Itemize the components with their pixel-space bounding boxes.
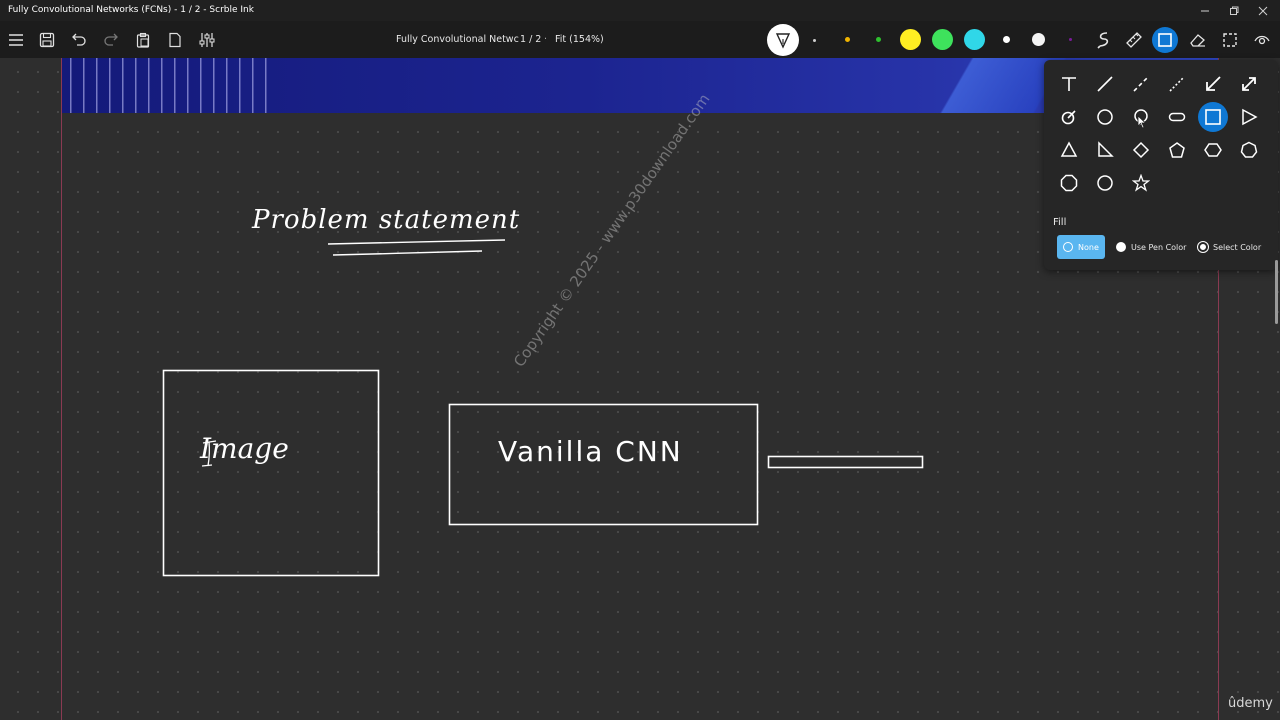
fill-select-color-option[interactable]: Select Color: [1192, 235, 1267, 259]
star-icon: [1132, 174, 1150, 192]
rectangle-shape-option[interactable]: [1198, 102, 1228, 132]
arrow-down-left-icon: [1206, 76, 1221, 91]
cnn-label-handwriting: Vanilla CNN: [498, 435, 683, 468]
fill-option-label: Use Pen Color: [1131, 242, 1187, 252]
hexagon-shape-option[interactable]: [1198, 135, 1228, 165]
fill-pen-color-option[interactable]: Use Pen Color: [1110, 235, 1192, 259]
radio-icon: [1116, 242, 1126, 252]
ellipse-shape-option[interactable]: [1162, 102, 1192, 132]
decagon-icon: [1097, 175, 1113, 191]
double-arrow-icon: [1242, 77, 1256, 91]
circle-icon: [1097, 109, 1113, 125]
diamond-shape-option[interactable]: [1126, 135, 1156, 165]
right-triangle-option[interactable]: [1090, 135, 1120, 165]
arrow-shape-option[interactable]: [1198, 69, 1228, 99]
triangle-right-icon: [1242, 108, 1258, 126]
cursor-icon: [1137, 115, 1147, 129]
diamond-icon: [1132, 141, 1150, 159]
fill-label: Fill: [1053, 217, 1067, 228]
star-shape-option[interactable]: [1126, 168, 1156, 198]
octagon-shape-option[interactable]: [1054, 168, 1084, 198]
play-triangle-option[interactable]: [1234, 102, 1264, 132]
heading-handwriting: Problem statement: [252, 205, 521, 235]
output-bar: [767, 455, 924, 469]
fill-none-option[interactable]: None: [1057, 235, 1105, 259]
heptagon-icon: [1240, 141, 1258, 158]
text-icon: [1062, 77, 1076, 91]
decagon-shape-option[interactable]: [1090, 168, 1120, 198]
udemy-logo: ûdemy: [1228, 696, 1273, 711]
line-shape-option[interactable]: [1090, 69, 1120, 99]
heptagon-shape-option[interactable]: [1234, 135, 1264, 165]
pill-icon: [1168, 112, 1186, 122]
shape-picker-panel: Fill None Use Pen Color Select Color: [1044, 60, 1278, 270]
arc-shape-option[interactable]: [1054, 102, 1084, 132]
dotted-line-icon: [1169, 76, 1185, 92]
square-icon: [1205, 109, 1221, 125]
pentagon-shape-option[interactable]: [1162, 135, 1192, 165]
text-shape-option[interactable]: [1054, 69, 1084, 99]
fill-option-label: Select Color: [1213, 242, 1262, 252]
dashed-line-option[interactable]: [1126, 69, 1156, 99]
radio-icon: [1063, 242, 1073, 252]
dashed-line-icon: [1133, 76, 1149, 92]
circle-shape-option[interactable]: [1090, 102, 1120, 132]
arc-icon: [1061, 110, 1076, 125]
hexagon-icon: [1204, 143, 1222, 157]
right-triangle-icon: [1098, 141, 1114, 157]
vertical-scrollbar[interactable]: [1275, 260, 1278, 324]
radio-icon: [1198, 242, 1208, 252]
heading-underline: [332, 250, 483, 256]
fill-option-label: None: [1078, 242, 1099, 252]
dotted-line-option[interactable]: [1162, 69, 1192, 99]
image-box: [162, 369, 380, 577]
double-arrow-option[interactable]: [1234, 69, 1264, 99]
pentagon-icon: [1169, 142, 1185, 158]
heading-underline: [327, 239, 506, 245]
triangle-shape-option[interactable]: [1054, 135, 1084, 165]
line-icon: [1097, 76, 1113, 92]
triangle-icon: [1060, 141, 1078, 157]
image-label-handwriting: Image: [200, 432, 289, 465]
octagon-icon: [1060, 174, 1078, 192]
